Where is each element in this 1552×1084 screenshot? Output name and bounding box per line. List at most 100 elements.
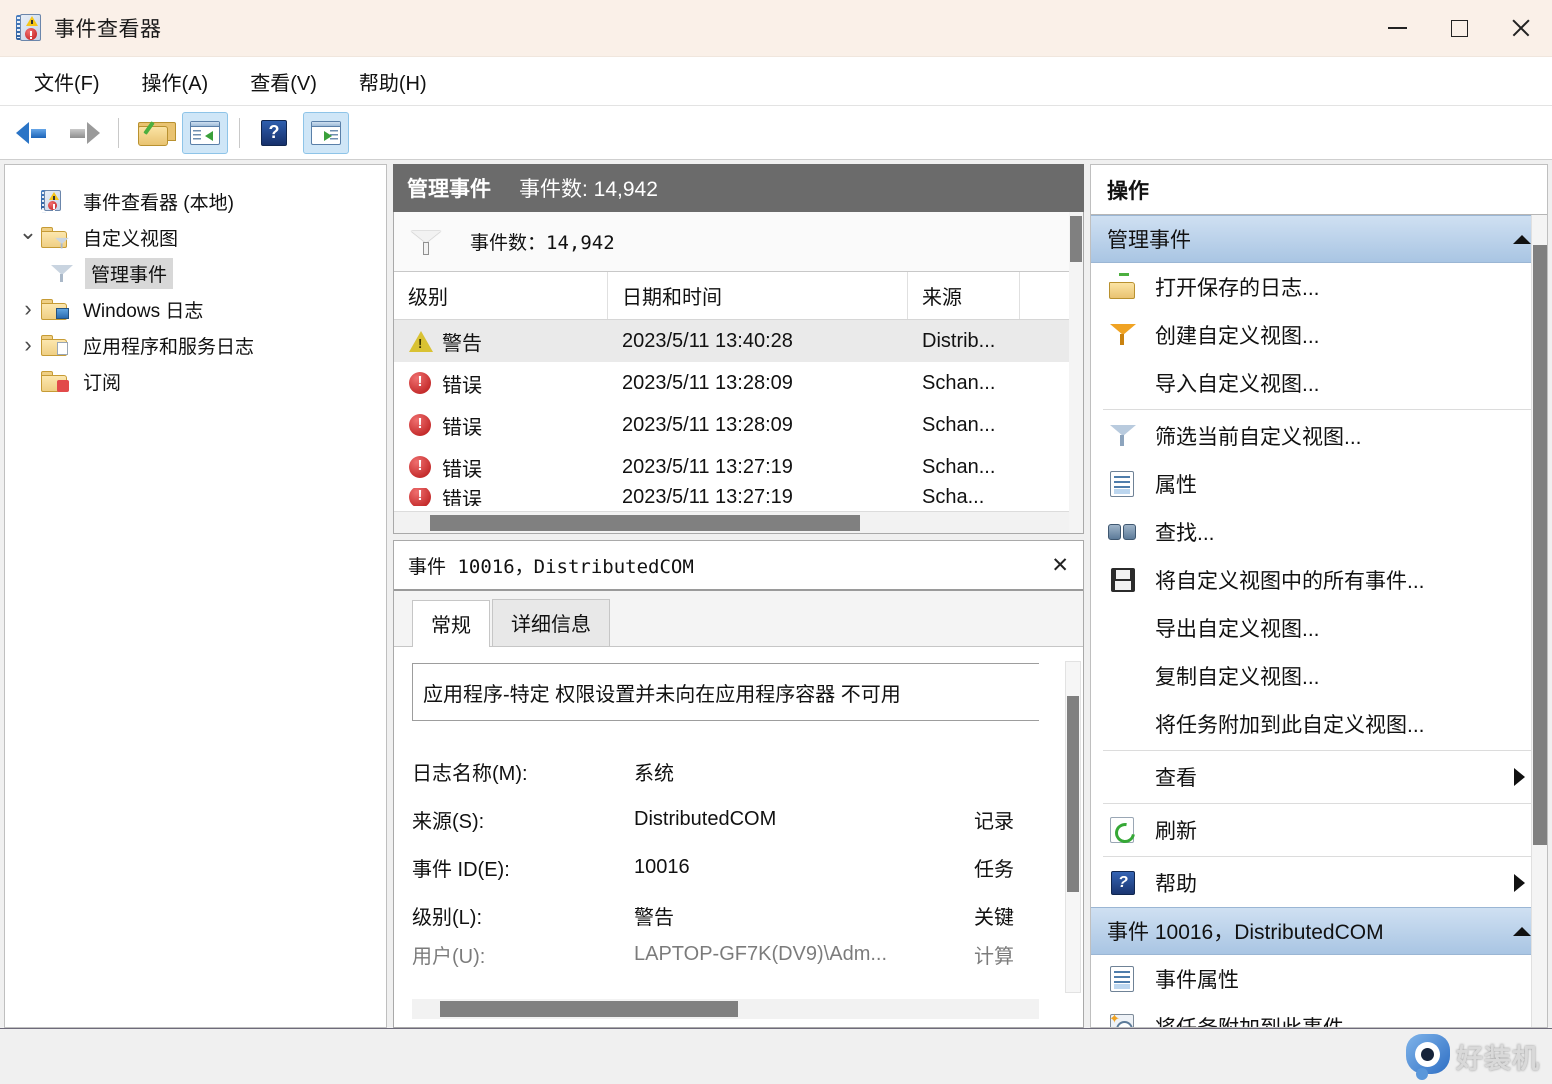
action-label: 刷新 bbox=[1155, 815, 1197, 845]
event-log-icon bbox=[41, 190, 69, 212]
action-event-properties[interactable]: 事件属性 bbox=[1091, 955, 1547, 1003]
event-datetime: 2023/5/11 13:40:28 bbox=[608, 330, 908, 353]
field-row: 日志名称(M): 系统 bbox=[412, 747, 1065, 795]
show-console-tree-button[interactable] bbox=[182, 112, 228, 154]
tree-item-label: 自定义视图 bbox=[77, 222, 184, 253]
sidebar-item-admin-events[interactable]: 管理事件 bbox=[5, 255, 386, 291]
sidebar-item-app-service-logs[interactable]: 应用程序和服务日志 bbox=[5, 327, 386, 363]
sidebar-item-subscriptions[interactable]: 订阅 bbox=[5, 363, 386, 399]
menu-file[interactable]: 文件(F) bbox=[18, 63, 116, 100]
field-value: LAPTOP-GF7K(DV9)\Adm... bbox=[634, 943, 974, 966]
field-label: 事件 ID(E): bbox=[412, 853, 634, 882]
action-save-all-events[interactable]: 将自定义视图中的所有事件... bbox=[1091, 556, 1547, 604]
menu-action[interactable]: 操作(A) bbox=[126, 63, 225, 100]
tree-root[interactable]: 事件查看器 (本地) bbox=[5, 183, 386, 219]
table-row[interactable]: 错误 2023/5/11 13:28:09 Schan... bbox=[394, 362, 1083, 404]
error-icon bbox=[408, 488, 434, 506]
toolbar: ? bbox=[0, 106, 1552, 160]
table-row[interactable]: 错误 2023/5/11 13:28:09 Schan... bbox=[394, 404, 1083, 446]
minimize-button[interactable] bbox=[1366, 0, 1428, 57]
folder-paper-icon bbox=[41, 334, 69, 356]
event-datetime: 2023/5/11 13:28:09 bbox=[608, 414, 908, 437]
action-create-custom-view[interactable]: 创建自定义视图... bbox=[1091, 311, 1547, 359]
action-help[interactable]: ? 帮助 bbox=[1091, 859, 1547, 907]
detail-vscrollbar[interactable] bbox=[1065, 661, 1081, 993]
action-refresh[interactable]: 刷新 bbox=[1091, 806, 1547, 854]
table-row[interactable]: 警告 2023/5/11 13:40:28 Distrib... bbox=[394, 320, 1083, 362]
status-bar: 好装机 bbox=[0, 1028, 1552, 1084]
action-export-custom-view[interactable]: 导出自定义视图... bbox=[1091, 604, 1547, 652]
page-title: 管理事件 bbox=[407, 173, 491, 203]
actions-vscrollbar[interactable] bbox=[1531, 215, 1547, 1027]
event-field-list: 日志名称(M): 系统 来源(S): DistributedCOM 记录 事件 … bbox=[412, 747, 1065, 969]
properties-icon bbox=[1107, 470, 1141, 498]
menu-help[interactable]: 帮助(H) bbox=[343, 63, 443, 100]
event-viewer-window: 事件查看器 文件(F) 操作(A) 查看(V) 帮助(H) ? bbox=[0, 0, 1552, 1084]
open-saved-log-button[interactable] bbox=[130, 112, 176, 154]
sidebar-item-windows-logs[interactable]: Windows 日志 bbox=[5, 291, 386, 327]
event-list-column-headers: 级别 日期和时间 来源 bbox=[394, 272, 1083, 320]
actions-pane: 操作 管理事件 打开保存的日志... 创建自定义视图... 导入自定义视图... bbox=[1090, 164, 1548, 1028]
table-row[interactable]: 错误 2023/5/11 13:27:19 Schan... bbox=[394, 446, 1083, 488]
no-icon bbox=[1107, 369, 1141, 397]
show-action-pane-button[interactable] bbox=[303, 112, 349, 154]
help-button[interactable]: ? bbox=[251, 112, 297, 154]
maximize-button[interactable] bbox=[1428, 0, 1490, 57]
close-icon[interactable]: ✕ bbox=[1051, 553, 1069, 578]
event-level: 错误 bbox=[442, 488, 482, 506]
forward-button[interactable] bbox=[61, 112, 107, 154]
event-list-hscrollbar[interactable] bbox=[394, 511, 1069, 533]
action-attach-task-to-custom-view[interactable]: 将任务附加到此自定义视图... bbox=[1091, 700, 1547, 748]
detail-hscrollbar[interactable] bbox=[412, 999, 1039, 1019]
field-value: 10016 bbox=[634, 856, 974, 879]
column-header-datetime[interactable]: 日期和时间 bbox=[608, 272, 908, 319]
action-open-saved-log[interactable]: 打开保存的日志... bbox=[1091, 263, 1547, 311]
submenu-arrow-icon bbox=[1514, 768, 1525, 786]
refresh-icon bbox=[1107, 816, 1141, 844]
action-copy-custom-view[interactable]: 复制自定义视图... bbox=[1091, 652, 1547, 700]
action-label: 将任务附加到此事件... bbox=[1155, 1012, 1362, 1027]
action-import-custom-view[interactable]: 导入自定义视图... bbox=[1091, 359, 1547, 407]
chevron-right-icon[interactable] bbox=[15, 296, 41, 322]
tab-details[interactable]: 详细信息 bbox=[492, 599, 610, 646]
event-source: Schan... bbox=[908, 414, 1020, 437]
filter-count-label: 事件数：14,942 bbox=[470, 228, 615, 255]
table-row[interactable]: 错误 2023/5/11 13:27:19 Scha... bbox=[394, 488, 1083, 506]
event-count-label: 事件数: 14,942 bbox=[519, 173, 658, 203]
tree-item-label: 应用程序和服务日志 bbox=[77, 330, 260, 361]
watermark-text: 好装机 bbox=[1456, 1037, 1540, 1076]
action-properties[interactable]: 属性 bbox=[1091, 460, 1547, 508]
title-bar: 事件查看器 bbox=[0, 0, 1552, 57]
action-view[interactable]: 查看 bbox=[1091, 753, 1547, 801]
field-right-label: 任务 bbox=[974, 853, 1014, 882]
sidebar-item-custom-views[interactable]: 自定义视图 bbox=[5, 219, 386, 255]
back-button[interactable] bbox=[9, 112, 55, 154]
console-tree-pane: 事件查看器 (本地) 自定义视图 管理事件 bbox=[4, 164, 387, 1028]
column-header-source[interactable]: 来源 bbox=[908, 272, 1020, 319]
event-datetime: 2023/5/11 13:27:19 bbox=[608, 456, 908, 479]
actions-section-header-event[interactable]: 事件 10016，DistributedCOM bbox=[1091, 907, 1547, 955]
actions-section-header-admin-events[interactable]: 管理事件 bbox=[1091, 215, 1547, 263]
field-value: DistributedCOM bbox=[634, 808, 974, 831]
action-label: 复制自定义视图... bbox=[1155, 661, 1320, 691]
section-label: 事件 10016，DistributedCOM bbox=[1107, 916, 1384, 946]
close-button[interactable] bbox=[1490, 0, 1552, 57]
field-row: 来源(S): DistributedCOM 记录 bbox=[412, 795, 1065, 843]
tree-item-label: Windows 日志 bbox=[77, 294, 209, 325]
action-attach-task-to-event[interactable]: 将任务附加到此事件... bbox=[1091, 1003, 1547, 1027]
no-icon bbox=[1107, 614, 1141, 642]
chevron-down-icon[interactable] bbox=[15, 224, 41, 250]
event-list-vscrollbar[interactable] bbox=[1069, 212, 1083, 533]
column-header-level[interactable]: 级别 bbox=[394, 272, 608, 319]
menu-view[interactable]: 查看(V) bbox=[234, 63, 333, 100]
filter-summary-row[interactable]: 事件数：14,942 bbox=[394, 212, 1083, 272]
warning-icon bbox=[408, 329, 434, 353]
divider bbox=[1103, 856, 1535, 857]
tab-general[interactable]: 常规 bbox=[412, 600, 490, 647]
action-filter-current-custom-view[interactable]: 筛选当前自定义视图... bbox=[1091, 412, 1547, 460]
action-find[interactable]: 查找... bbox=[1091, 508, 1547, 556]
chevron-right-icon[interactable] bbox=[15, 332, 41, 358]
divider bbox=[1103, 803, 1535, 804]
field-row: 事件 ID(E): 10016 任务 bbox=[412, 843, 1065, 891]
event-list-box: 事件数：14,942 级别 日期和时间 来源 警告 2023/5/11 13:4… bbox=[393, 212, 1084, 534]
